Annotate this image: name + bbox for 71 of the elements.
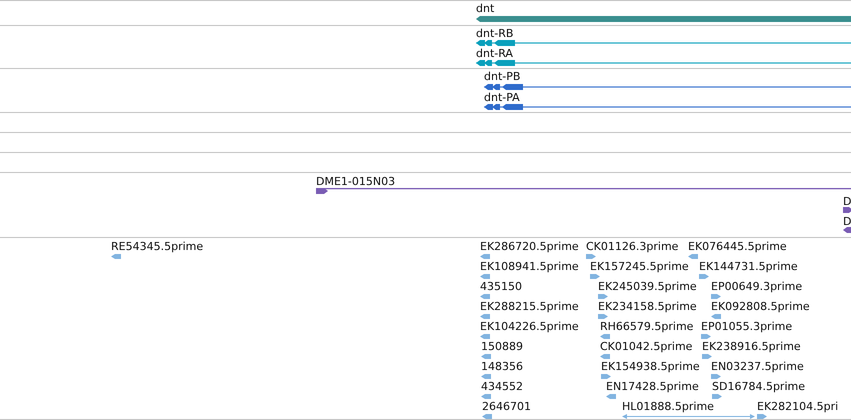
feature-label: dnt-PA <box>484 91 520 104</box>
feature-label: RH66579.5prime <box>600 320 694 333</box>
feature-label: DME1-015N03 <box>316 175 396 188</box>
feature-label: dnt-RA <box>476 47 513 60</box>
feature-label: 2646701 <box>482 400 531 413</box>
arrow-icon[interactable] <box>757 414 767 419</box>
arrow-icon[interactable] <box>601 374 611 379</box>
transcript-glyph[interactable] <box>476 40 851 46</box>
feature-label: EK104226.5prime <box>480 320 579 333</box>
feature-label: HL01888.5prime <box>622 400 714 413</box>
feature-label: EK154938.5prime <box>601 360 700 373</box>
arrow-icon[interactable] <box>711 314 721 319</box>
transcript-glyph[interactable] <box>484 84 851 90</box>
feature-label: EK144731.5prime <box>699 260 798 273</box>
feature-label: EK092808.5prime <box>711 300 810 313</box>
feature-label: EK234158.5prime <box>598 300 697 313</box>
arrow-icon[interactable] <box>598 294 608 299</box>
feature-label: D <box>843 215 851 228</box>
arrow-icon[interactable] <box>480 314 490 319</box>
feature-label: EK282104.5pri <box>757 400 838 413</box>
feature-label: CK01042.5prime <box>600 340 692 353</box>
arrow-icon[interactable] <box>480 334 490 339</box>
arrow-icon[interactable] <box>480 294 490 299</box>
feature-label: dnt-PB <box>484 70 520 83</box>
feature-label: EK108941.5prime <box>480 260 579 273</box>
feature-label: EK238916.5prime <box>702 340 801 353</box>
arrow-icon[interactable] <box>481 394 491 399</box>
arrow-icon[interactable] <box>606 394 616 399</box>
feature-label: EP01055.3prime <box>701 320 792 333</box>
arrow-icon[interactable] <box>711 294 721 299</box>
feature-label: RE54345.5prime <box>111 240 204 253</box>
arrow-icon[interactable] <box>600 354 610 359</box>
transcript-glyph[interactable] <box>484 104 851 110</box>
feature-label: CK01126.3prime <box>586 240 678 253</box>
feature-label: 150889 <box>481 340 523 353</box>
arrow-icon[interactable] <box>481 374 491 379</box>
transcript-glyph[interactable] <box>476 60 851 66</box>
arrow-icon[interactable] <box>843 227 851 233</box>
arrow-icon[interactable] <box>600 334 610 339</box>
feature-label: EK076445.5prime <box>688 240 787 253</box>
feature-label: EK157245.5prime <box>590 260 689 273</box>
feature-label: EK286720.5prime <box>480 240 579 253</box>
arrow-icon[interactable] <box>711 374 721 379</box>
arrow-icon[interactable] <box>480 254 490 259</box>
feature-label: 435150 <box>480 280 522 293</box>
feature-label: EK288215.5prime <box>480 300 579 313</box>
arrow-icon[interactable] <box>482 414 492 419</box>
feature-label: 148356 <box>481 360 523 373</box>
span-arrow[interactable] <box>622 414 755 419</box>
arrow-icon[interactable] <box>701 334 711 339</box>
feature-label: D <box>843 195 851 208</box>
arrow-icon[interactable] <box>481 354 491 359</box>
feature-label: EN03237.5prime <box>711 360 804 373</box>
feature-label: dnt <box>476 2 494 15</box>
arrow-icon[interactable] <box>702 354 712 359</box>
arrow-icon[interactable] <box>598 314 608 319</box>
clone-glyph[interactable] <box>316 188 851 194</box>
arrow-icon[interactable] <box>586 254 596 259</box>
arrow-icon[interactable] <box>590 274 600 279</box>
feature-label: EK245039.5prime <box>598 280 697 293</box>
arrow-icon[interactable] <box>111 254 121 259</box>
arrow-icon[interactable] <box>699 274 709 279</box>
arrow-icon[interactable] <box>712 394 722 399</box>
feature-label: EP00649.3prime <box>711 280 802 293</box>
arrow-icon[interactable] <box>843 207 851 213</box>
feature-label: dnt-RB <box>476 27 514 40</box>
arrow-icon[interactable] <box>688 254 698 259</box>
feature-label: SD16784.5prime <box>712 380 805 393</box>
arrow-icon[interactable] <box>480 274 490 279</box>
feature-label: EN17428.5prime <box>606 380 699 393</box>
feature-label: 434552 <box>481 380 523 393</box>
